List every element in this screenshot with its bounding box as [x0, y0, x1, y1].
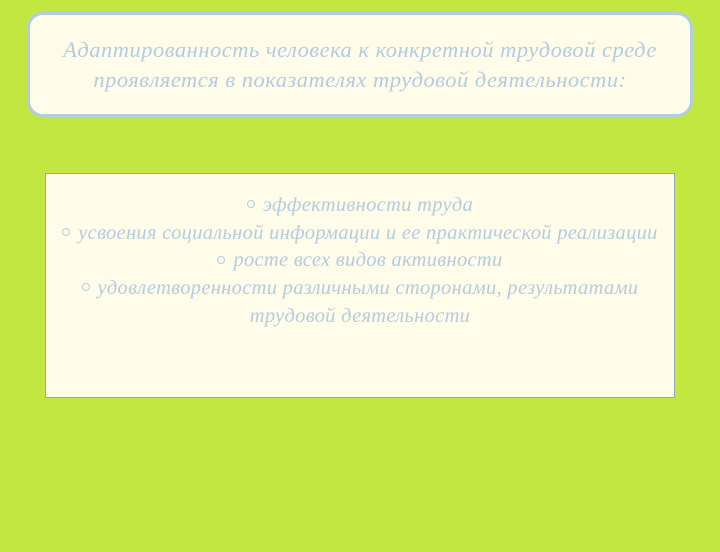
list-item: удовлетворенности различными сторонами, … [60, 275, 660, 330]
list-item: росте всех видов активности [60, 247, 660, 275]
bullet-icon [247, 200, 255, 208]
bullet-icon [62, 228, 70, 236]
header-text: Адаптированность человека к конкретной т… [50, 35, 670, 94]
bullet-icon [82, 283, 90, 291]
content-box: эффективности труда усвоения социальной … [45, 173, 675, 398]
item-text: эффективности труда [263, 194, 473, 216]
item-text: усвоения социальной информации и ее прак… [78, 222, 657, 244]
list-item: усвоения социальной информации и ее прак… [60, 220, 660, 248]
bullet-icon [217, 256, 225, 264]
content-list: эффективности труда усвоения социальной … [60, 192, 660, 330]
header-box: Адаптированность человека к конкретной т… [27, 12, 693, 117]
list-item: эффективности труда [60, 192, 660, 220]
item-text: росте всех видов активности [233, 249, 502, 271]
item-text: удовлетворенности различными сторонами, … [98, 277, 639, 327]
